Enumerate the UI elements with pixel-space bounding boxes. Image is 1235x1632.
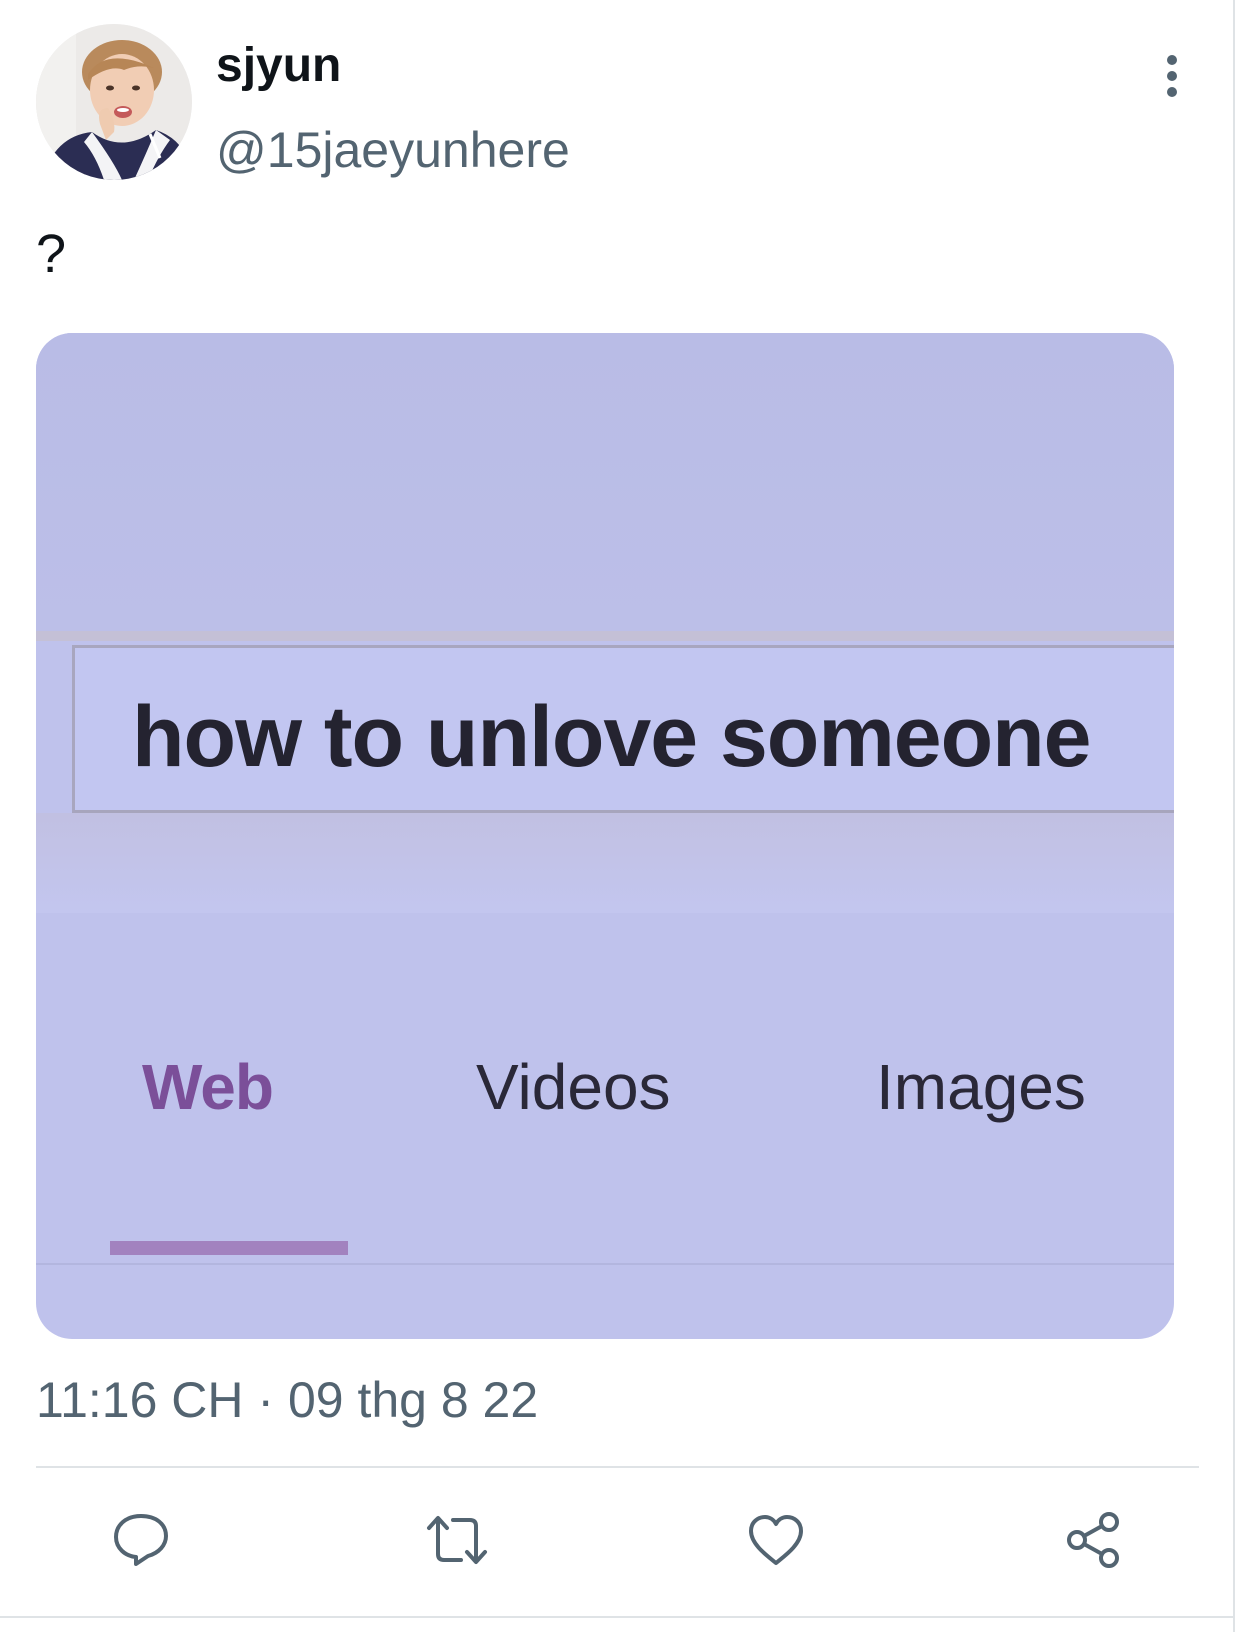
media-bottom-rule [36,1263,1174,1265]
tweet-media-image[interactable]: how to unlove someone Web Videos Images [36,333,1174,1339]
reply-icon [114,1514,168,1566]
more-vertical-icon [1167,55,1177,97]
bottom-divider [0,1616,1235,1618]
media-tab-images: Images [876,1051,1086,1123]
user-handle[interactable]: @15jaeyunhere [216,120,570,180]
media-tab-videos: Videos [476,1051,671,1123]
display-name[interactable]: sjyun [216,38,341,94]
like-button[interactable] [744,1508,808,1572]
retweet-icon [427,1516,487,1564]
retweet-button[interactable] [425,1508,489,1572]
tweet-timestamp[interactable]: 11:16 CH · 09 thg 8 22 [36,1370,538,1430]
media-active-tab-underline [110,1241,348,1255]
tweet-text: ? [36,224,67,284]
more-options-button[interactable] [1150,48,1194,104]
media-searchbar-shadow [36,631,1174,641]
share-icon [1067,1512,1119,1568]
media-searchbar-underlay [36,813,1174,913]
reply-button[interactable] [109,1508,173,1572]
actions-divider [36,1466,1199,1468]
avatar[interactable] [36,24,192,180]
avatar-image [36,24,192,180]
media-tab-web: Web [142,1051,274,1123]
share-button[interactable] [1061,1508,1125,1572]
heart-icon [749,1515,803,1565]
media-search-query: how to unlove someone [132,689,1092,785]
media-background-top [36,333,1174,631]
